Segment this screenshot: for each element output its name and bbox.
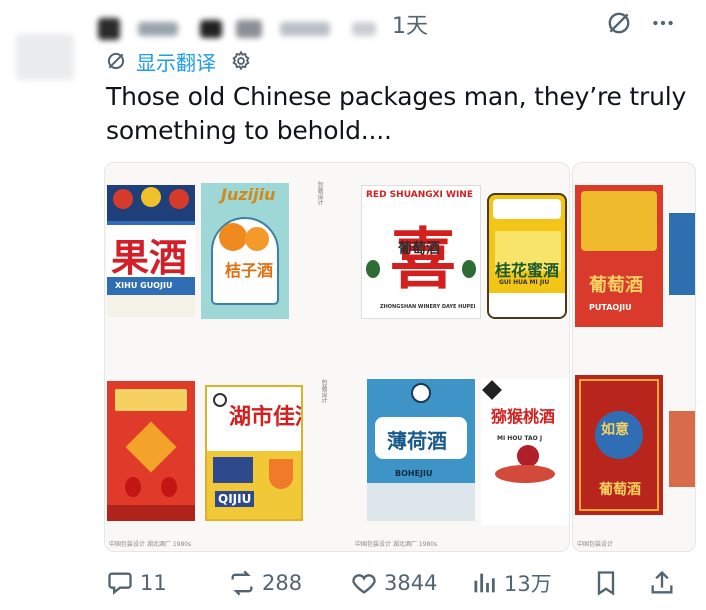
- guojiu-text: 果酒: [111, 236, 188, 280]
- mihou-en: MI HOU TAO J: [497, 435, 543, 442]
- blurred-avatar: [98, 18, 120, 40]
- media-gallery[interactable]: 果酒 XIHU GUOJIU Juzijiu 桔子酒 包装设计 RED SHUA…: [104, 162, 696, 552]
- views-button[interactable]: 13万: [470, 565, 552, 601]
- label-bohejiu: 薄荷酒 BOHEJIU: [367, 379, 475, 521]
- juzijiu-title: Juzijiu: [221, 185, 276, 204]
- like-button[interactable]: 3844: [350, 565, 437, 601]
- guihua-text: 桂花蜜酒: [495, 261, 560, 280]
- reply-icon: [108, 572, 132, 595]
- bohe-text: 薄荷酒: [387, 429, 447, 453]
- bar-chart-icon: [474, 573, 495, 593]
- blurred-handle: [280, 22, 330, 36]
- tweet-header: 1天: [0, 0, 706, 80]
- views-count: 13万: [504, 572, 552, 596]
- bottom-caption: 中国包装设计: [577, 541, 614, 548]
- reply-button[interactable]: 11: [106, 565, 167, 601]
- putaojiu-small-text: 葡萄酒: [398, 241, 440, 257]
- show-translation-link[interactable]: 显示翻译: [106, 47, 252, 76]
- label-ruyi: 如意 葡萄酒: [575, 375, 663, 515]
- label-putaojiu: 葡萄酒 PUTAOJIU: [575, 185, 663, 327]
- bohe-en: BOHEJIU: [395, 469, 433, 478]
- ellipsis-icon[interactable]: [650, 10, 676, 36]
- xihu-text: XIHU GUOJIU: [115, 281, 173, 290]
- gear-icon[interactable]: [230, 50, 252, 72]
- bottom-caption: 中国包装设计 湖北酒厂 1980s: [355, 541, 438, 548]
- like-count: 3844: [384, 571, 438, 595]
- retweet-button[interactable]: 288: [228, 565, 302, 601]
- timestamp[interactable]: 1天: [392, 8, 428, 40]
- label-guojiu: 果酒 XIHU GUOJIU: [107, 185, 195, 317]
- qijiu-en: QIJIU: [215, 491, 255, 507]
- label-partial-right-2: [669, 411, 695, 487]
- label-red-lanterns: [107, 381, 195, 521]
- label-juzijiu: Juzijiu 桔子酒: [201, 183, 289, 319]
- media-image-2[interactable]: 葡萄酒 PUTAOJIU 如意 葡萄酒 中国包装设计: [572, 162, 696, 552]
- reply-count: 11: [140, 571, 167, 595]
- blurred-name: [236, 20, 262, 38]
- bottom-caption: 中国包装设计 湖北酒厂 1980s: [109, 541, 192, 548]
- putaojiu-en: PUTAOJIU: [589, 303, 632, 312]
- side-caption: 包装设计: [316, 181, 323, 205]
- shuangxi-title: RED SHUANGXI WINE: [366, 190, 473, 200]
- retweet-count: 288: [262, 571, 303, 595]
- label-partial-right: [669, 213, 695, 295]
- blurred-handle: [352, 22, 376, 36]
- bookmark-icon: [597, 571, 615, 596]
- ruyi-text: 如意: [601, 422, 629, 438]
- label-mihoutao: 猕猴桃酒 MI HOU TAO J: [481, 379, 569, 525]
- action-bar: 11 288 3844 13万: [0, 565, 706, 605]
- guihua-en: GUI HUA MI JIU: [499, 279, 550, 286]
- eye-slash-icon: [106, 51, 126, 71]
- share-icon: [651, 570, 673, 594]
- heart-icon: [352, 574, 376, 594]
- share-button[interactable]: [648, 565, 682, 601]
- label-guihua: 桂花蜜酒 GUI HUA MI JIU: [487, 193, 567, 319]
- eye-slash-icon[interactable]: [606, 10, 632, 36]
- ruyi-sub: 葡萄酒: [599, 482, 641, 498]
- juzijiu-text: 桔子酒: [225, 261, 274, 280]
- blurred-avatar-shadow: [16, 34, 74, 80]
- putaojiu-big-text: 葡萄酒: [589, 275, 643, 296]
- mihou-text: 猕猴桃酒: [491, 407, 556, 426]
- label-shuangxi: RED SHUANGXI WINE 喜 葡萄酒 ZHONGSHAN WINERY…: [361, 185, 481, 319]
- show-translation-label[interactable]: 显示翻译: [136, 47, 216, 76]
- label-qijiu: 湖市佳酒 QIJIU: [205, 385, 303, 521]
- blurred-name: [200, 20, 222, 38]
- side-caption: 包装设计: [320, 379, 327, 403]
- bookmark-button[interactable]: [592, 565, 626, 601]
- media-image-1[interactable]: 果酒 XIHU GUOJIU Juzijiu 桔子酒 包装设计 RED SHUA…: [104, 162, 570, 552]
- blurred-name: [138, 22, 178, 36]
- zhongshan-text: ZHONGSHAN WINERY DAYE HUPEI: [380, 304, 476, 310]
- qijiu-text: 湖市佳酒: [229, 405, 301, 430]
- tweet-text: Those old Chinese packages man, they’re …: [106, 82, 687, 145]
- retweet-icon: [231, 570, 253, 596]
